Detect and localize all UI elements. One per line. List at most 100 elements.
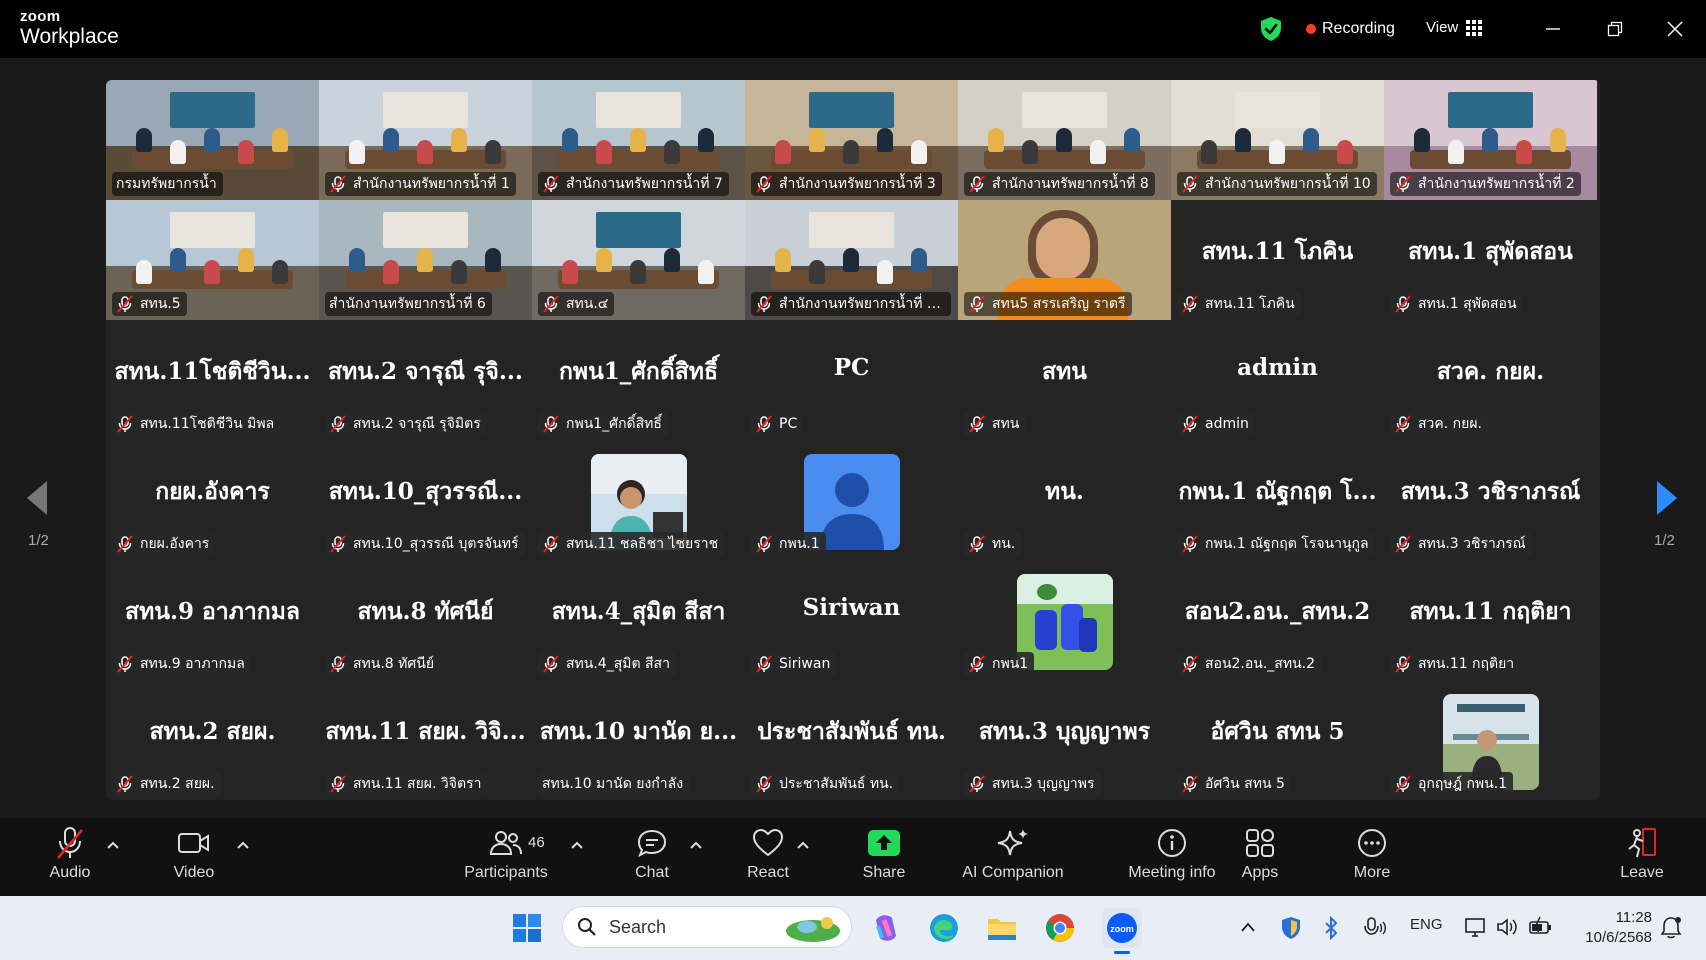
- more-button[interactable]: More: [1350, 826, 1394, 890]
- participant-tile[interactable]: สทน.๔: [532, 200, 745, 320]
- mic-muted-icon: [543, 535, 559, 553]
- recording-indicator[interactable]: Recording: [1306, 20, 1395, 38]
- chrome-app[interactable]: [1042, 910, 1078, 946]
- mic-muted-icon: [1395, 295, 1411, 313]
- participant-tile[interactable]: สำนักงานทรัพยากรน้ำที่ 9 ...: [745, 200, 958, 320]
- mic-muted-icon: [969, 775, 985, 793]
- participant-tile[interactable]: สทน.3 บุญญาพร สทน.3 บุญญาพร: [958, 680, 1171, 800]
- participant-name-label: กพน.1 ณัฐกฤต โรจนานุกูล: [1177, 532, 1375, 556]
- edge-app[interactable]: [926, 910, 962, 946]
- system-clock[interactable]: 11:28 10/6/2568: [1572, 908, 1652, 948]
- participants-options-chevron-icon[interactable]: [570, 840, 584, 850]
- video-button[interactable]: Video: [168, 826, 220, 890]
- participant-tile[interactable]: กรมทรัพยากรน้ำ: [106, 80, 319, 200]
- participant-display-name: สวค. กยผ.: [1436, 358, 1545, 385]
- maximize-button[interactable]: [1600, 14, 1630, 44]
- participant-tile[interactable]: admin admin: [1171, 320, 1384, 440]
- participant-tile[interactable]: สอน2.อน._สทน.2 สอน2.อน._สทน.2: [1171, 560, 1384, 680]
- volume-icon[interactable]: [1496, 916, 1520, 938]
- participant-tile[interactable]: สทน.11 โภคิน สทน.11 โภคิน: [1171, 200, 1384, 320]
- participant-tile[interactable]: สวค. กยผ. สวค. กยผ.: [1384, 320, 1597, 440]
- participant-tile[interactable]: สทน.4_สุมิต สีสา สทน.4_สุมิต สีสา: [532, 560, 745, 680]
- participant-tile[interactable]: สทน.3 วชิราภรณ์ สทน.3 วชิราภรณ์: [1384, 440, 1597, 560]
- participant-name-label: สำนักงานทรัพยากรน้ำที่ 10: [1177, 172, 1377, 196]
- participant-tile[interactable]: สำนักงานทรัพยากรน้ำที่ 6: [319, 200, 532, 320]
- participant-tile[interactable]: สำนักงานทรัพยากรน้ำที่ 7: [532, 80, 745, 200]
- participant-tile[interactable]: สทน สทน: [958, 320, 1171, 440]
- react-options-chevron-icon[interactable]: [796, 840, 810, 850]
- participant-tile[interactable]: อุกฤษฎ์ กพน.1: [1384, 680, 1597, 800]
- copilot-app[interactable]: [868, 910, 904, 946]
- share-button[interactable]: Share: [860, 826, 908, 890]
- microphone-tray-icon[interactable]: [1364, 916, 1390, 940]
- view-button[interactable]: View: [1426, 19, 1483, 36]
- react-button[interactable]: React: [744, 826, 792, 890]
- participant-tile[interactable]: สทน.11 กฤติยา สทน.11 กฤติยา: [1384, 560, 1597, 680]
- participant-tile[interactable]: สทน.8 ทัศนีย์ สทน.8 ทัศนีย์: [319, 560, 532, 680]
- battery-icon[interactable]: [1528, 916, 1554, 938]
- participant-tile[interactable]: สทน.11 ชลธิชา ไชยราช: [532, 440, 745, 560]
- participant-tile[interactable]: สำนักงานทรัพยากรน้ำที่ 1: [319, 80, 532, 200]
- start-button[interactable]: [509, 910, 545, 946]
- participant-tile[interactable]: สทน.2 จารุณี รุจิ... สทน.2 จารุณี รุจิมิต…: [319, 320, 532, 440]
- participant-name-text: สทน: [992, 416, 1020, 432]
- participant-tile[interactable]: ประชาสัมพันธ์ ทน. ประชาสัมพันธ์ ทน.: [745, 680, 958, 800]
- participant-tile[interactable]: กพน.1 ณัฐกฤต โ... กพน.1 ณัฐกฤต โรจนานุกูล: [1171, 440, 1384, 560]
- previous-page-button[interactable]: [22, 478, 52, 518]
- participant-tile[interactable]: กยผ.อังคาร กยผ.อังคาร: [106, 440, 319, 560]
- leave-button[interactable]: Leave: [1620, 826, 1664, 890]
- participant-name-label: PC: [751, 412, 804, 436]
- participant-tile[interactable]: สำนักงานทรัพยากรน้ำที่ 3: [745, 80, 958, 200]
- chat-button[interactable]: Chat: [632, 826, 672, 890]
- leave-label: Leave: [1620, 864, 1664, 881]
- bluetooth-icon[interactable]: [1324, 916, 1338, 940]
- participant-name-text: สทน.3 วชิราภรณ์: [1418, 536, 1526, 552]
- participant-tile[interactable]: สทน.9 อาภากมล สทน.9 อาภากมล: [106, 560, 319, 680]
- participant-tile[interactable]: สทน.2 สยผ. สทน.2 สยผ.: [106, 680, 319, 800]
- participant-tile[interactable]: กพน1_ศักดิ์สิทธิ์ กพน1_ศักดิ์สิทธิ์: [532, 320, 745, 440]
- participant-tile[interactable]: Siriwan Siriwan: [745, 560, 958, 680]
- chat-options-chevron-icon[interactable]: [689, 840, 703, 850]
- notification-bell-icon[interactable]: [1660, 916, 1682, 940]
- participant-tile[interactable]: กพน1: [958, 560, 1171, 680]
- participant-tile[interactable]: สำนักงานทรัพยากรน้ำที่ 10: [1171, 80, 1384, 200]
- encryption-shield-icon[interactable]: [1259, 16, 1283, 42]
- audio-button[interactable]: Audio: [44, 826, 96, 890]
- security-shield-icon[interactable]: [1280, 916, 1302, 940]
- participant-tile[interactable]: อัศวิน สทน 5 อัศวิน สทน 5: [1171, 680, 1384, 800]
- participant-tile[interactable]: สำนักงานทรัพยากรน้ำที่ 2: [1384, 80, 1597, 200]
- participant-tile[interactable]: สทน.11 สยผ. วิจิ... สทน.11 สยผ. วิจิตรา: [319, 680, 532, 800]
- participant-name-text: กพน1_ศักดิ์สิทธิ์: [566, 416, 662, 432]
- apps-button[interactable]: Apps: [1238, 826, 1282, 890]
- participant-tile[interactable]: สทน5 สรรเสริญ ราตรี: [958, 200, 1171, 320]
- zoom-app[interactable]: zoom: [1102, 908, 1142, 954]
- meeting-info-button[interactable]: Meeting info: [1122, 826, 1222, 890]
- next-page-button[interactable]: [1652, 478, 1682, 518]
- participant-tile[interactable]: ทน. ทน.: [958, 440, 1171, 560]
- participant-tile[interactable]: สทน.10_สุวรรณี... สทน.10_สุวรรณี บุตรจันท…: [319, 440, 532, 560]
- mic-muted-icon: [1182, 415, 1198, 433]
- show-hidden-icons-chevron-icon[interactable]: [1240, 921, 1256, 933]
- video-options-chevron-icon[interactable]: [236, 840, 250, 850]
- participant-name-label: สทน.4_สุมิต สีสา: [538, 652, 676, 676]
- network-icon[interactable]: [1464, 916, 1488, 938]
- participant-tile[interactable]: สทน.11โชติชีวิน... สทน.11โชติชีวิน มิพล: [106, 320, 319, 440]
- participant-tile[interactable]: PC PC: [745, 320, 958, 440]
- taskbar-search[interactable]: Search: [562, 906, 852, 948]
- file-explorer-app[interactable]: [984, 910, 1020, 946]
- audio-options-chevron-icon[interactable]: [106, 840, 120, 850]
- participant-tile[interactable]: สทน.1 สุพัดสอน สทน.1 สุพัดสอน: [1384, 200, 1597, 320]
- participant-tile[interactable]: กพน.1: [745, 440, 958, 560]
- audio-label: Audio: [49, 864, 91, 881]
- minimize-button[interactable]: [1538, 14, 1568, 44]
- ai-companion-button[interactable]: AI Companion: [960, 826, 1066, 890]
- participant-tile[interactable]: สทน.10 มานัด ย... สทน.10 มานัด ยงกำลัง: [532, 680, 745, 800]
- close-button[interactable]: [1660, 14, 1690, 44]
- participant-tile[interactable]: สทน.5: [106, 200, 319, 320]
- participant-tile[interactable]: สำนักงานทรัพยากรน้ำที่ 8: [958, 80, 1171, 200]
- participant-name-text: ทน.: [992, 536, 1016, 552]
- camera-icon: [176, 826, 212, 860]
- input-language[interactable]: ENG: [1410, 916, 1443, 933]
- recording-label: Recording: [1322, 20, 1395, 37]
- participant-name-label: สทน.11โชติชีวิน มิพล: [112, 412, 281, 436]
